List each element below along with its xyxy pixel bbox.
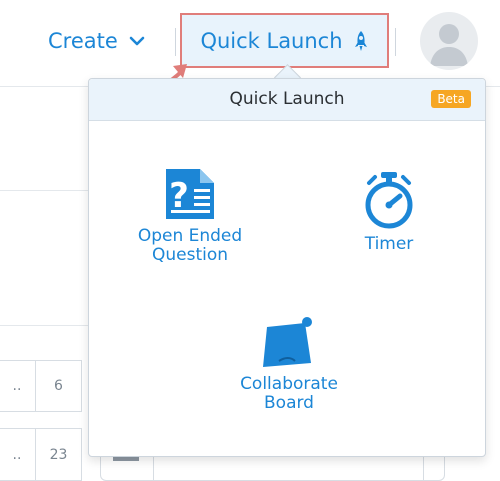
table-cell: 6 bbox=[35, 360, 82, 412]
beta-badge: Beta bbox=[431, 90, 471, 108]
table-cell: .. bbox=[0, 360, 36, 412]
rocket-icon bbox=[354, 30, 367, 51]
open-ended-question-label: Open Ended bbox=[137, 226, 243, 246]
table-cell: 23 bbox=[35, 428, 82, 481]
page-divider bbox=[0, 325, 100, 326]
open-ended-question-button[interactable]: ? Open Ended Question bbox=[117, 167, 263, 265]
collaborate-board-button[interactable]: Collaborate Board bbox=[219, 317, 359, 413]
avatar[interactable] bbox=[420, 12, 478, 70]
collaborate-board-label: Board bbox=[264, 393, 314, 413]
page-divider bbox=[0, 190, 100, 191]
table-cell-text: 23 bbox=[49, 446, 68, 463]
menu-header: Quick Launch Beta bbox=[89, 79, 485, 121]
open-ended-question-label: Question bbox=[151, 245, 229, 265]
chevron-down-icon bbox=[129, 36, 145, 46]
quick-launch-menu: Quick Launch Beta ? Open Ended Question … bbox=[88, 78, 486, 457]
stopwatch-icon bbox=[365, 172, 413, 229]
table-cell-text: .. bbox=[12, 378, 22, 394]
top-bar: Create Quick Launch bbox=[0, 0, 500, 86]
table-cell-text: .. bbox=[12, 446, 22, 463]
quick-launch-button[interactable]: Quick Launch bbox=[180, 13, 389, 68]
create-label: Create bbox=[48, 29, 118, 53]
user-silhouette-icon bbox=[430, 24, 468, 66]
open-ended-question-icon: ? bbox=[166, 169, 214, 219]
table-cell: .. bbox=[0, 428, 36, 481]
quick-launch-label: Quick Launch bbox=[200, 28, 343, 53]
timer-button[interactable]: Timer bbox=[334, 171, 444, 254]
collaborate-board-label: Collaborate bbox=[240, 374, 338, 394]
collaborate-board-icon bbox=[263, 317, 312, 367]
toolbar-divider bbox=[395, 28, 396, 56]
svg-text:?: ? bbox=[169, 176, 189, 216]
table-cell-text: 6 bbox=[54, 378, 63, 394]
timer-label: Timer bbox=[364, 234, 414, 254]
menu-title: Quick Launch bbox=[229, 89, 345, 109]
